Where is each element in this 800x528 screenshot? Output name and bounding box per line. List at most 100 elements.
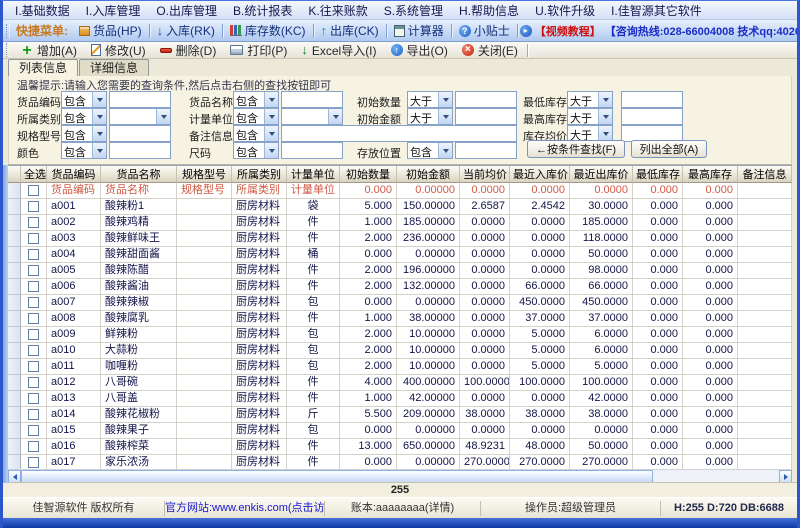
table-row[interactable]: a004酸辣甜面酱厨房材料桶0.0000.000000.00000.000050… bbox=[8, 247, 792, 263]
filter-value-input[interactable] bbox=[109, 125, 171, 142]
filter-value-select[interactable] bbox=[109, 108, 171, 125]
table-row[interactable]: a009鲜辣粉厨房材料包2.00010.000000.00005.00006.0… bbox=[8, 327, 792, 343]
column-header[interactable]: 备注信息 bbox=[738, 166, 792, 183]
table-row[interactable]: a016酸辣榨菜厨房材料件13.000650.0000048.923148.00… bbox=[8, 439, 792, 455]
filter-op-select[interactable]: 包含 bbox=[61, 108, 107, 125]
filter-op-select[interactable]: 包含 bbox=[233, 108, 279, 125]
toolbar-button[interactable]: 关闭(E) bbox=[455, 42, 525, 59]
column-header[interactable]: 最近出库价 bbox=[570, 166, 633, 183]
filter-value-input[interactable] bbox=[109, 91, 171, 108]
column-header[interactable]: 最近入库价 bbox=[510, 166, 570, 183]
row-checkbox[interactable] bbox=[28, 281, 39, 292]
table-row[interactable]: a003酸辣鲜味王厨房材料件2.000236.000000.00000.0000… bbox=[8, 231, 792, 247]
column-header[interactable]: 最高库存 bbox=[683, 166, 738, 183]
row-checkbox[interactable] bbox=[28, 297, 39, 308]
menu-item[interactable]: I.入库管理 bbox=[78, 2, 149, 19]
row-checkbox[interactable] bbox=[28, 233, 39, 244]
menu-item[interactable]: O.出库管理 bbox=[148, 2, 225, 19]
column-header[interactable]: 初始金额 bbox=[397, 166, 460, 183]
column-header[interactable]: 所属类别 bbox=[232, 166, 287, 183]
toolbar-button[interactable]: Excel导入(I) bbox=[294, 42, 383, 59]
scrollbar-thumb[interactable] bbox=[21, 470, 653, 482]
search-by-condition-button[interactable]: ←按条件查找(F) bbox=[527, 140, 625, 158]
menu-item[interactable]: U.软件升级 bbox=[527, 2, 603, 19]
filter-value-input[interactable] bbox=[109, 142, 171, 159]
row-checkbox[interactable] bbox=[28, 265, 39, 276]
column-header[interactable]: 规格型号 bbox=[177, 166, 232, 183]
row-checkbox[interactable] bbox=[28, 329, 39, 340]
tab[interactable]: 列表信息 bbox=[8, 59, 78, 76]
quick-button[interactable]: 入库(RK) bbox=[152, 22, 220, 39]
filter-value-input[interactable] bbox=[455, 91, 517, 108]
menu-item[interactable]: B.统计报表 bbox=[225, 2, 300, 19]
quick-button[interactable]: 出库(CK) bbox=[316, 22, 384, 39]
row-checkbox[interactable] bbox=[28, 201, 39, 212]
table-row[interactable]: a001酸辣粉1厨房材料袋5.000150.000002.65872.45423… bbox=[8, 199, 792, 215]
table-row[interactable]: a012八哥碗厨房材料件4.000400.00000100.0000100.00… bbox=[8, 375, 792, 391]
table-row[interactable]: a014酸辣花椒粉厨房材料斤5.500209.0000038.000038.00… bbox=[8, 407, 792, 423]
filter-value-input[interactable] bbox=[455, 142, 517, 159]
menu-item[interactable]: K.往来账款 bbox=[300, 2, 375, 19]
column-header[interactable]: 全选 bbox=[21, 166, 47, 183]
column-header[interactable]: 最低库存 bbox=[633, 166, 683, 183]
menu-item[interactable]: I.佳智源其它软件 bbox=[603, 2, 710, 19]
filter-op-select[interactable]: 包含 bbox=[407, 142, 453, 159]
grid-filter-row[interactable]: 货品编码货品名称规格型号所属类别计量单位0.0000.000000.00000.… bbox=[8, 183, 792, 199]
filter-value-input[interactable] bbox=[621, 108, 683, 125]
scroll-right-icon[interactable] bbox=[779, 470, 792, 482]
row-checkbox[interactable] bbox=[28, 425, 39, 436]
filter-value-input[interactable] bbox=[281, 91, 343, 108]
filter-value-input[interactable] bbox=[455, 108, 517, 125]
table-row[interactable]: a007酸辣辣椒厨房材料包0.0000.000000.0000450.00004… bbox=[8, 295, 792, 311]
column-header[interactable]: 货品名称 bbox=[101, 166, 177, 183]
toolbar-button[interactable]: 增加(A) bbox=[14, 42, 84, 59]
table-row[interactable]: a005酸辣陈醋厨房材料件2.000196.000000.00000.00009… bbox=[8, 263, 792, 279]
row-checkbox[interactable] bbox=[28, 345, 39, 356]
row-checkbox[interactable] bbox=[28, 361, 39, 372]
toolbar-button[interactable]: 删除(D) bbox=[153, 42, 224, 59]
table-row[interactable]: a013八哥盖厨房材料件1.00042.000000.00000.000042.… bbox=[8, 391, 792, 407]
table-row[interactable]: a011咖喱粉厨房材料包2.00010.000000.00005.00005.0… bbox=[8, 359, 792, 375]
status-website-link[interactable]: 官方网站:www.enkis.com(点击访问) bbox=[165, 501, 325, 516]
toolbar-button[interactable]: 修改(U) bbox=[84, 42, 153, 59]
filter-op-select[interactable]: 包含 bbox=[233, 125, 279, 142]
status-account[interactable]: 账本:aaaaaaaa(详情) bbox=[325, 501, 481, 516]
filter-value-input[interactable] bbox=[281, 142, 343, 159]
filter-op-select[interactable]: 包含 bbox=[233, 91, 279, 108]
table-row[interactable]: a006酸辣酱油厨房材料件2.000132.000000.000066.0000… bbox=[8, 279, 792, 295]
horizontal-scrollbar[interactable] bbox=[8, 469, 792, 482]
filter-op-select[interactable]: 包含 bbox=[61, 91, 107, 108]
table-row[interactable]: a010大蒜粉厨房材料包2.00010.000000.00005.00006.0… bbox=[8, 343, 792, 359]
table-row[interactable]: a015酸辣果子厨房材料包0.0000.000000.00000.00000.0… bbox=[8, 423, 792, 439]
row-checkbox[interactable] bbox=[28, 457, 39, 468]
quick-button[interactable]: 计算器 bbox=[389, 22, 449, 39]
filter-op-select[interactable]: 大于 bbox=[567, 91, 613, 108]
row-checkbox[interactable] bbox=[28, 313, 39, 324]
toolbar-button[interactable]: 导出(O) bbox=[384, 42, 455, 59]
tab[interactable]: 详细信息 bbox=[79, 59, 149, 76]
filter-value-input[interactable] bbox=[281, 125, 517, 142]
table-row[interactable]: a008酸辣腐乳厨房材料件1.00038.000000.000037.00003… bbox=[8, 311, 792, 327]
table-row[interactable]: a002酸辣鸡精厨房材料件1.000185.000000.00000.00001… bbox=[8, 215, 792, 231]
list-all-button[interactable]: 列出全部(A) bbox=[631, 140, 707, 158]
filter-op-select[interactable]: 大于 bbox=[407, 108, 453, 125]
row-checkbox[interactable] bbox=[28, 377, 39, 388]
row-checkbox[interactable] bbox=[28, 393, 39, 404]
menu-item[interactable]: H.帮助信息 bbox=[451, 2, 527, 19]
hotline-link[interactable]: 【咨询热线:028-66004008 技术qq:402603(点击交谈)】 bbox=[605, 23, 797, 39]
quick-button[interactable]: 货品(HP) bbox=[74, 22, 147, 39]
column-header[interactable]: 计量单位 bbox=[287, 166, 340, 183]
filter-value-select[interactable] bbox=[281, 108, 343, 125]
row-checkbox[interactable] bbox=[28, 217, 39, 228]
row-checkbox[interactable] bbox=[28, 409, 39, 420]
filter-op-select[interactable]: 包含 bbox=[61, 142, 107, 159]
quick-button[interactable]: 库存数(KC) bbox=[225, 22, 311, 39]
video-tutorial-link[interactable]: 【视频教程】 bbox=[535, 23, 601, 39]
row-checkbox[interactable] bbox=[28, 185, 39, 196]
filter-op-select[interactable]: 包含 bbox=[233, 142, 279, 159]
row-checkbox[interactable] bbox=[28, 441, 39, 452]
menu-item[interactable]: I.基础数据 bbox=[7, 2, 78, 19]
quick-button[interactable]: 小贴士 bbox=[454, 22, 515, 39]
scroll-left-icon[interactable] bbox=[8, 470, 21, 482]
filter-op-select[interactable]: 包含 bbox=[61, 125, 107, 142]
